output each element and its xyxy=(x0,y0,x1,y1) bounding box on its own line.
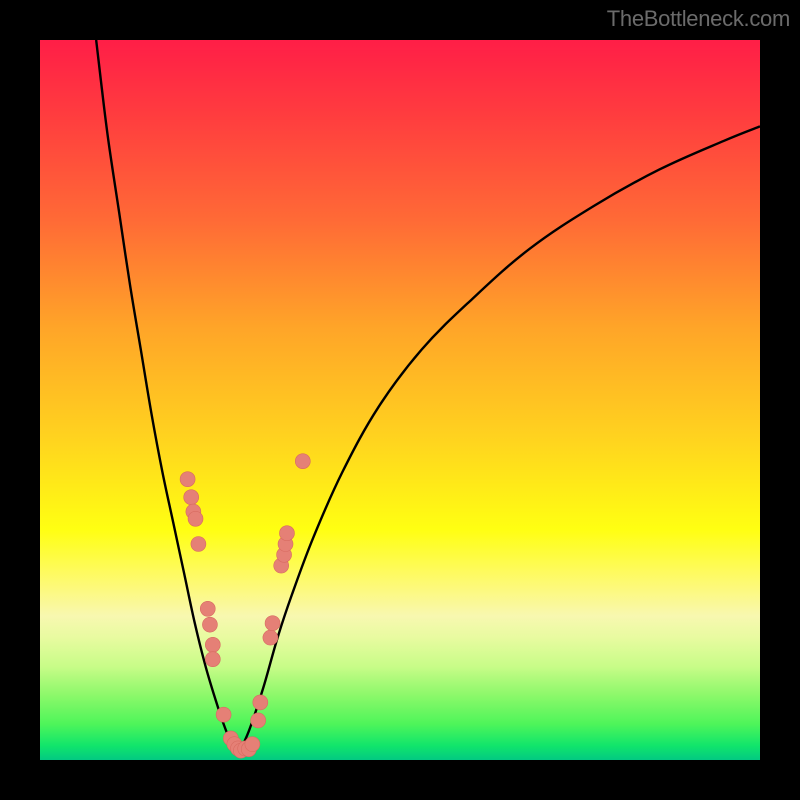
data-point xyxy=(295,454,310,469)
data-point xyxy=(180,472,195,487)
data-point xyxy=(263,630,278,645)
data-point xyxy=(191,537,206,552)
data-point xyxy=(251,713,266,728)
data-point xyxy=(245,737,260,752)
data-point xyxy=(253,695,268,710)
data-points-group xyxy=(180,454,310,758)
plot-area xyxy=(40,40,760,760)
data-point xyxy=(216,707,231,722)
chart-frame: TheBottleneck.com xyxy=(0,0,800,800)
chart-overlay xyxy=(40,40,760,760)
data-point xyxy=(279,526,294,541)
data-point xyxy=(188,511,203,526)
data-point xyxy=(205,652,220,667)
data-point xyxy=(265,616,280,631)
data-point xyxy=(200,601,215,616)
data-point xyxy=(202,617,217,632)
watermark-text: TheBottleneck.com xyxy=(607,6,790,32)
curve-right-branch xyxy=(238,126,760,754)
data-point xyxy=(184,490,199,505)
data-point xyxy=(205,637,220,652)
